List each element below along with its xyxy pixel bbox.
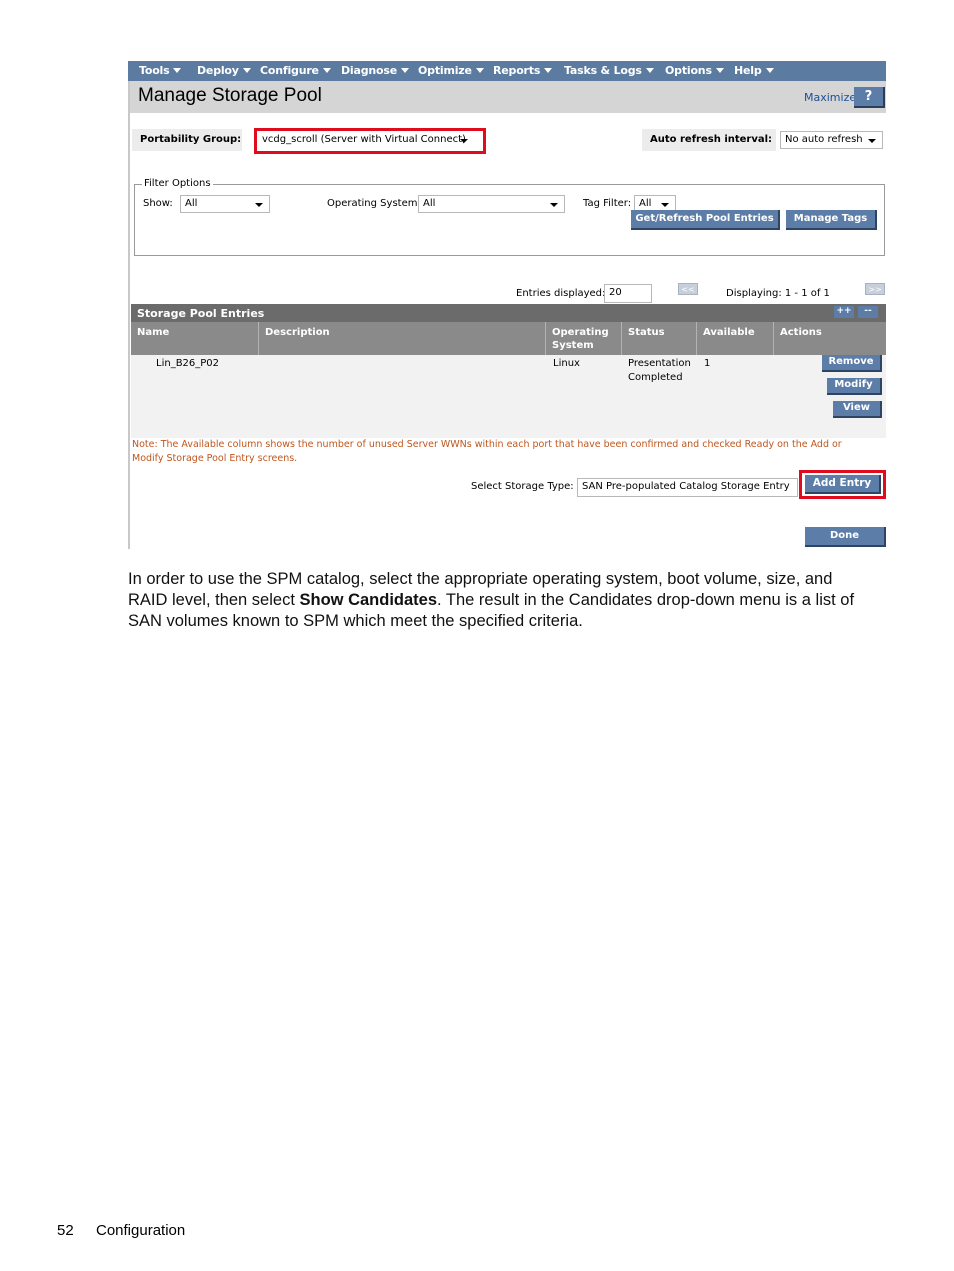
maximize-link[interactable]: Maximize xyxy=(804,91,856,104)
menu-deploy[interactable]: Deploy xyxy=(197,64,251,77)
help-button[interactable]: ? xyxy=(854,87,885,108)
menu-tools[interactable]: Tools xyxy=(139,64,182,77)
remove-button[interactable]: Remove xyxy=(822,355,882,372)
storage-type-label: Select Storage Type: xyxy=(471,481,574,492)
show-label: Show: xyxy=(143,198,173,209)
os-value: All xyxy=(423,198,436,209)
menu-label: Configure xyxy=(260,64,319,77)
chevron-down-icon xyxy=(401,68,409,73)
menu-label: Tools xyxy=(139,64,170,77)
column-header-available[interactable]: Available xyxy=(697,322,774,355)
auto-refresh-label: Auto refresh interval: xyxy=(642,129,776,151)
chevron-down-icon xyxy=(242,68,251,73)
entries-displayed-value: 20 xyxy=(609,287,622,298)
table-column-header-row: Name Description Operating System Status… xyxy=(131,322,886,355)
column-header-actions: Actions xyxy=(780,327,822,338)
page-title: Manage Storage Pool xyxy=(138,85,322,106)
frame-edge xyxy=(128,61,130,549)
storage-type-select[interactable]: SAN Pre-populated Catalog Storage Entry xyxy=(577,478,815,497)
menu-optimize[interactable]: Optimize xyxy=(418,64,484,77)
menu-label: Diagnose xyxy=(341,64,397,77)
title-bar: Manage Storage Pool Maximize ? xyxy=(130,81,886,113)
auto-refresh-value: No auto refresh xyxy=(785,134,863,145)
get-refresh-button[interactable]: Get/Refresh Pool Entries xyxy=(631,210,780,230)
chevron-down-icon xyxy=(765,68,774,73)
menu-reports[interactable]: Reports xyxy=(493,64,553,77)
chevron-down-icon xyxy=(322,68,331,73)
manage-tags-button[interactable]: Manage Tags xyxy=(786,210,877,230)
row-name: Lin_B26_P02 xyxy=(156,358,220,369)
expand-all-button[interactable]: ++ xyxy=(834,306,854,318)
os-select[interactable]: All xyxy=(418,195,565,213)
page-number: 52 xyxy=(57,1222,74,1239)
collapse-all-button[interactable]: -- xyxy=(858,306,878,318)
body-paragraph: In order to use the SPM catalog, select … xyxy=(128,569,873,632)
chevron-down-icon xyxy=(715,68,724,73)
highlight-box xyxy=(799,470,886,499)
chevron-down-icon xyxy=(255,203,263,207)
tag-filter-label: Tag Filter: xyxy=(583,198,632,209)
chevron-down-icon xyxy=(868,139,876,143)
entries-displayed-input[interactable]: 20 xyxy=(604,284,652,303)
next-page-button[interactable]: >> xyxy=(865,283,885,295)
tag-filter-value: All xyxy=(639,198,652,209)
portability-group-label: Portability Group: xyxy=(132,129,242,151)
chevron-down-icon xyxy=(550,203,558,207)
table-title: Storage Pool Entries xyxy=(137,307,265,320)
previous-page-button[interactable]: << xyxy=(678,283,698,295)
column-header-status[interactable]: Status xyxy=(622,322,697,355)
row-os: Linux xyxy=(553,358,580,369)
chevron-down-icon xyxy=(173,68,182,73)
chevron-down-icon xyxy=(661,203,669,207)
filter-options-legend: Filter Options xyxy=(142,178,213,189)
os-label: Operating System: xyxy=(327,198,421,209)
menu-label: Reports xyxy=(493,64,541,77)
entries-displayed-label: Entries displayed: xyxy=(516,288,606,299)
paragraph-bold-term: Show Candidates xyxy=(299,591,438,609)
menu-label: Deploy xyxy=(197,64,239,77)
menu-tasks-logs[interactable]: Tasks & Logs xyxy=(564,64,654,77)
show-select[interactable]: All xyxy=(180,195,270,213)
row-status-line2: Completed xyxy=(628,372,683,383)
note-text: Note: The Available column shows the num… xyxy=(132,439,842,464)
menu-label: Optimize xyxy=(418,64,472,77)
storage-type-value: SAN Pre-populated Catalog Storage Entry xyxy=(582,481,790,492)
menu-help[interactable]: Help xyxy=(734,64,774,77)
menu-diagnose[interactable]: Diagnose xyxy=(341,64,409,77)
column-header-description[interactable]: Description xyxy=(259,322,546,355)
chevron-down-icon xyxy=(544,68,553,73)
highlight-box xyxy=(254,128,486,154)
menu-bar: Tools Deploy Configure Diagnose Optimize… xyxy=(128,61,886,81)
menu-label: Tasks & Logs xyxy=(564,64,642,77)
chevron-down-icon xyxy=(475,68,484,73)
done-button[interactable]: Done xyxy=(805,527,886,547)
screenshot-figure: Tools Deploy Configure Diagnose Optimize… xyxy=(128,61,886,549)
auto-refresh-select[interactable]: No auto refresh xyxy=(780,131,883,149)
row-status-line1: Presentation xyxy=(628,358,691,369)
menu-configure[interactable]: Configure xyxy=(260,64,331,77)
menu-label: Options xyxy=(665,64,712,77)
row-status: Presentation Completed xyxy=(628,357,691,385)
chevron-down-icon xyxy=(645,68,654,73)
table-title-bar: Storage Pool Entries ++ -- xyxy=(131,304,886,322)
modify-button[interactable]: Modify xyxy=(827,378,882,395)
row-available: 1 xyxy=(704,358,711,369)
column-header-name[interactable]: Name xyxy=(131,322,259,355)
column-header-os[interactable]: Operating System xyxy=(546,322,622,355)
menu-label: Help xyxy=(734,64,762,77)
menu-options[interactable]: Options xyxy=(665,64,724,77)
displaying-text: Displaying: 1 - 1 of 1 xyxy=(726,288,830,299)
show-value: All xyxy=(185,198,198,209)
section-name: Configuration xyxy=(96,1222,186,1239)
table-row: Lin_B26_P02 Linux Presentation Completed… xyxy=(131,355,886,438)
view-button[interactable]: View xyxy=(833,401,882,418)
